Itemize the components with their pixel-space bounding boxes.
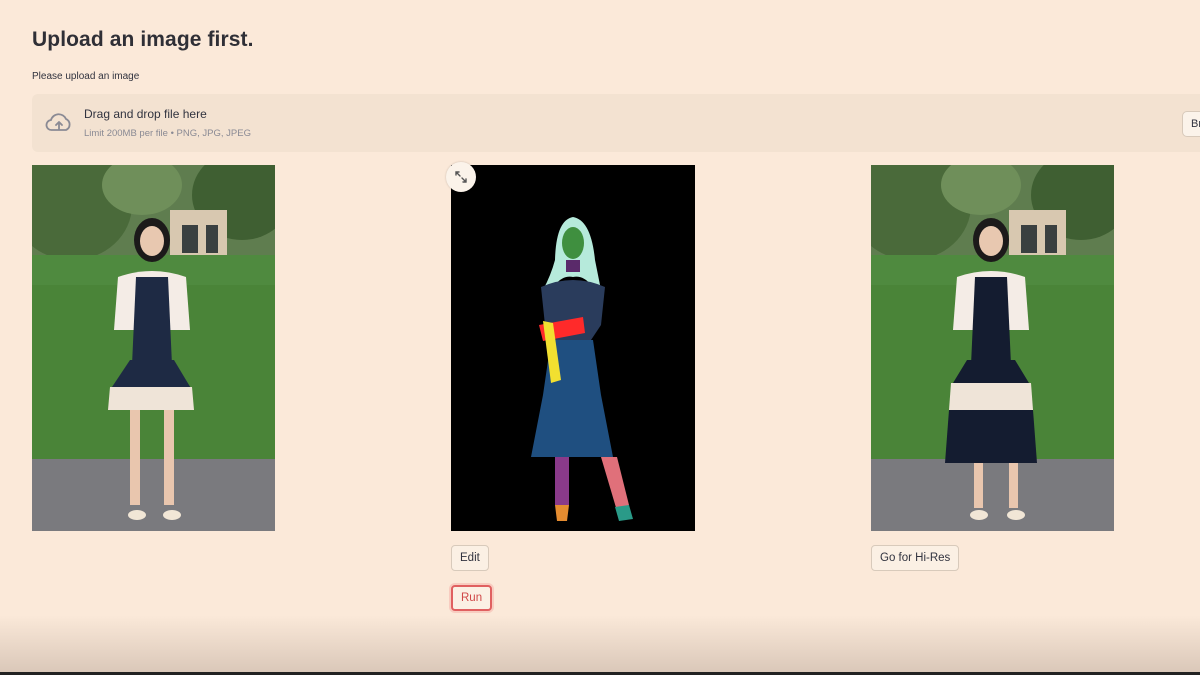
expand-icon xyxy=(455,171,467,183)
result-photo xyxy=(871,165,1114,531)
original-photo xyxy=(32,165,275,531)
cloud-upload-icon xyxy=(45,113,71,131)
upload-label: Please upload an image xyxy=(32,71,140,82)
browse-files-button[interactable]: Browse files xyxy=(1182,111,1200,137)
fullscreen-button[interactable] xyxy=(446,162,476,192)
bottom-shadow xyxy=(0,615,1200,675)
page-title: Upload an image first. xyxy=(32,28,254,51)
edit-button[interactable]: Edit xyxy=(451,545,489,571)
dropzone-limit: Limit 200MB per file • PNG, JPG, JPEG xyxy=(84,128,251,139)
segmentation-map xyxy=(451,165,695,531)
file-dropzone[interactable]: Drag and drop file here Limit 200MB per … xyxy=(32,94,1200,152)
dropzone-title: Drag and drop file here xyxy=(84,107,207,121)
run-button[interactable]: Run xyxy=(451,585,493,611)
hires-button[interactable]: Go for Hi-Res xyxy=(871,545,960,571)
